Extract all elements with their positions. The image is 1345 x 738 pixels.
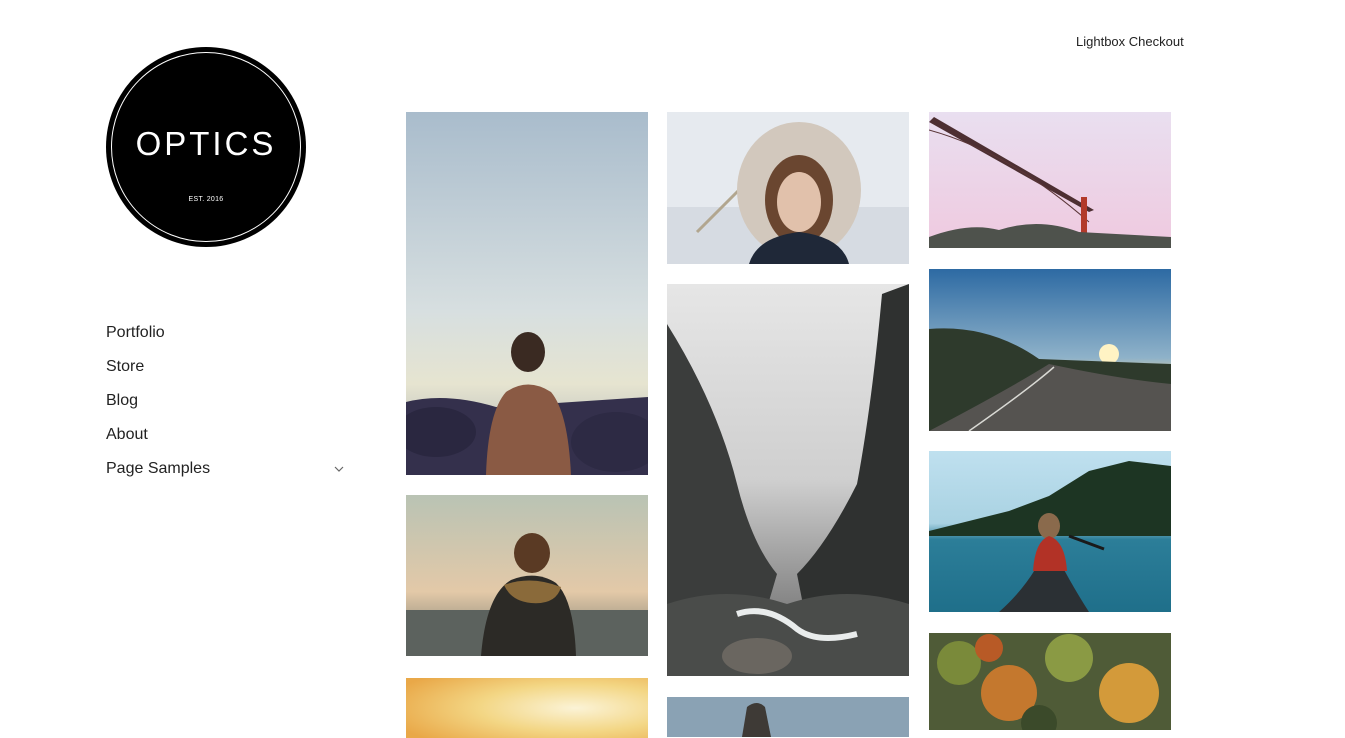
- nav-item-store[interactable]: Store: [106, 350, 346, 384]
- logo-title: OPTICS: [135, 125, 277, 162]
- optics-logo[interactable]: OPTICS EST. 2016: [106, 47, 306, 247]
- photo-flatiron-building[interactable]: [667, 697, 909, 737]
- photo-man-with-scarf-at-sea[interactable]: [406, 495, 648, 656]
- chevron-down-icon[interactable]: [332, 462, 346, 476]
- nav-item-about[interactable]: About: [106, 418, 346, 452]
- nav-item-label: Store: [106, 358, 145, 375]
- photo-mountain-road-sunset[interactable]: [929, 269, 1171, 431]
- nav-item-label: Blog: [106, 392, 139, 409]
- photo-woman-in-fur-hood[interactable]: [667, 112, 909, 264]
- nav-item-label: Page Samples: [106, 460, 211, 477]
- photo-autumn-forest-aerial[interactable]: [929, 633, 1171, 730]
- logo-subtitle: EST. 2016: [188, 196, 224, 203]
- photo-golden-gate-bridge[interactable]: [929, 112, 1171, 248]
- main-navigation: Portfolio Store Blog About Page Samples: [106, 316, 346, 486]
- photo-man-on-rocks-by-sea[interactable]: [406, 112, 648, 475]
- photo-misty-canyon-waterfall[interactable]: [667, 284, 909, 676]
- photo-sunset-sky[interactable]: [406, 678, 648, 738]
- nav-item-portfolio[interactable]: Portfolio: [106, 316, 346, 350]
- lightbox-checkout-link[interactable]: Lightbox Checkout: [1076, 34, 1184, 49]
- nav-item-page-samples[interactable]: Page Samples: [106, 452, 346, 486]
- nav-item-label: About: [106, 426, 148, 443]
- nav-item-label: Portfolio: [106, 324, 165, 341]
- nav-item-blog[interactable]: Blog: [106, 384, 346, 418]
- photo-woman-in-canoe-on-lake[interactable]: [929, 451, 1171, 612]
